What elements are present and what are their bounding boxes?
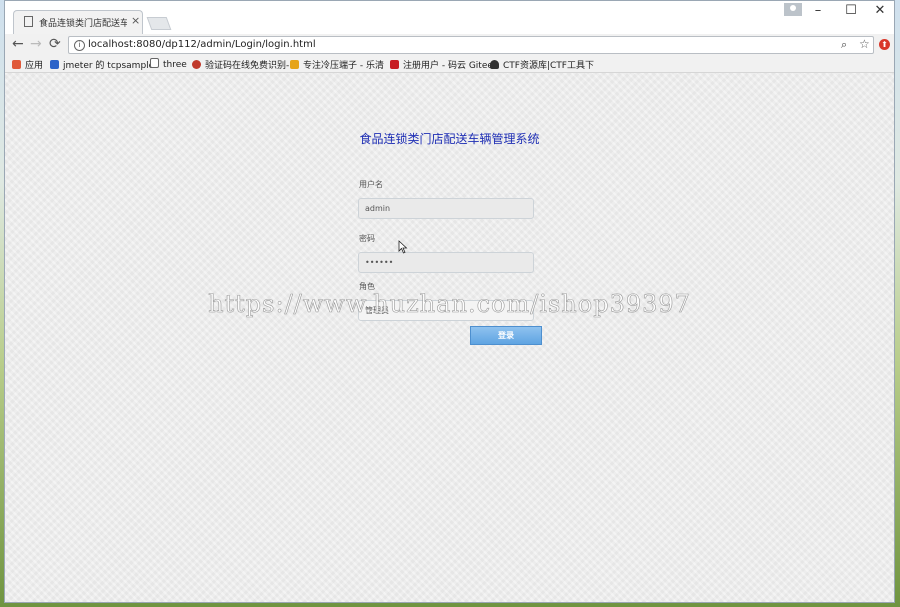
bookmark-terminal[interactable]: 专注冷压端子 - 乐清 <box>290 58 384 71</box>
minimize-button[interactable]: – <box>803 2 833 20</box>
page-icon <box>150 58 159 68</box>
page-icon <box>24 16 33 27</box>
password-label: 密码 <box>359 234 375 243</box>
bookmark-apps[interactable]: 应用 <box>12 58 43 71</box>
info-icon[interactable]: i <box>74 40 85 51</box>
tab-strip: 食品连锁类门店配送车辆 × – ☐ ✕ <box>5 1 894 34</box>
bookmark-gitee[interactable]: 注册用户 - 码云 Gitee <box>390 58 493 71</box>
browser-tab[interactable]: 食品连锁类门店配送车辆 × <box>13 10 143 34</box>
password-input[interactable]: •••••• <box>358 252 534 273</box>
mouse-cursor-icon <box>398 240 408 254</box>
browser-toolbar: ← → ⟳ i localhost:8080/dp112/admin/Login… <box>5 34 894 56</box>
gitee-icon <box>390 60 399 69</box>
close-window-button[interactable]: ✕ <box>865 2 894 20</box>
bookmark-label: 专注冷压端子 - 乐清 <box>303 61 384 71</box>
bookmark-label: jmeter 的 tcpsample <box>63 61 155 71</box>
zoom-icon[interactable]: ⌕ <box>841 38 847 52</box>
bookmark-ctf[interactable]: CTF资源库|CTF工具下 <box>490 58 594 71</box>
person-icon <box>490 60 499 69</box>
bookmark-label: 验证码在线免费识别- <box>205 61 290 71</box>
tab-title: 食品连锁类门店配送车辆 <box>39 19 127 29</box>
login-page: 食品连锁类门店配送车辆管理系统 用户名 admin 密码 •••••• 角色 管… <box>5 73 894 602</box>
browser-window: 食品连锁类门店配送车辆 × – ☐ ✕ ← → ⟳ i localhost:80… <box>4 0 895 603</box>
url-text[interactable]: localhost:8080/dp112/admin/Login/login.h… <box>88 39 316 50</box>
bookmarks-bar: 应用 jmeter 的 tcpsample three 验证码在线免费识别- 专… <box>5 56 894 73</box>
apps-grid-icon <box>12 60 21 69</box>
new-tab-button[interactable] <box>146 17 172 30</box>
bookmark-label: CTF资源库|CTF工具下 <box>503 61 594 71</box>
bookmark-captcha[interactable]: 验证码在线免费识别- <box>192 58 289 71</box>
bookmark-label: three <box>163 60 187 70</box>
login-button[interactable]: 登录 <box>470 326 542 345</box>
site-icon <box>290 60 299 69</box>
bookmark-jmeter[interactable]: jmeter 的 tcpsample <box>50 58 154 71</box>
shield-icon <box>50 60 59 69</box>
bookmark-star-icon[interactable]: ☆ <box>859 37 870 51</box>
reload-button[interactable]: ⟳ <box>49 36 61 52</box>
profile-icon[interactable] <box>784 3 802 16</box>
back-button[interactable]: ← <box>12 36 24 52</box>
username-label: 用户名 <box>359 180 383 189</box>
system-title: 食品连锁类门店配送车辆管理系统 <box>359 132 540 146</box>
bookmark-label: 应用 <box>25 61 44 71</box>
bookmark-three[interactable]: three <box>150 58 187 70</box>
address-bar[interactable]: i localhost:8080/dp112/admin/Login/login… <box>68 36 874 54</box>
bookmark-label: 注册用户 - 码云 Gitee <box>403 61 493 71</box>
close-tab-icon[interactable]: × <box>131 14 140 27</box>
maximize-button[interactable]: ☐ <box>836 2 866 20</box>
username-input[interactable]: admin <box>358 198 534 219</box>
extension-icon[interactable]: ⬆ <box>879 39 890 50</box>
site-icon <box>192 60 201 69</box>
forward-button[interactable]: → <box>30 36 42 52</box>
watermark: https://www.huzhan.com/ishop39397 <box>208 290 691 319</box>
